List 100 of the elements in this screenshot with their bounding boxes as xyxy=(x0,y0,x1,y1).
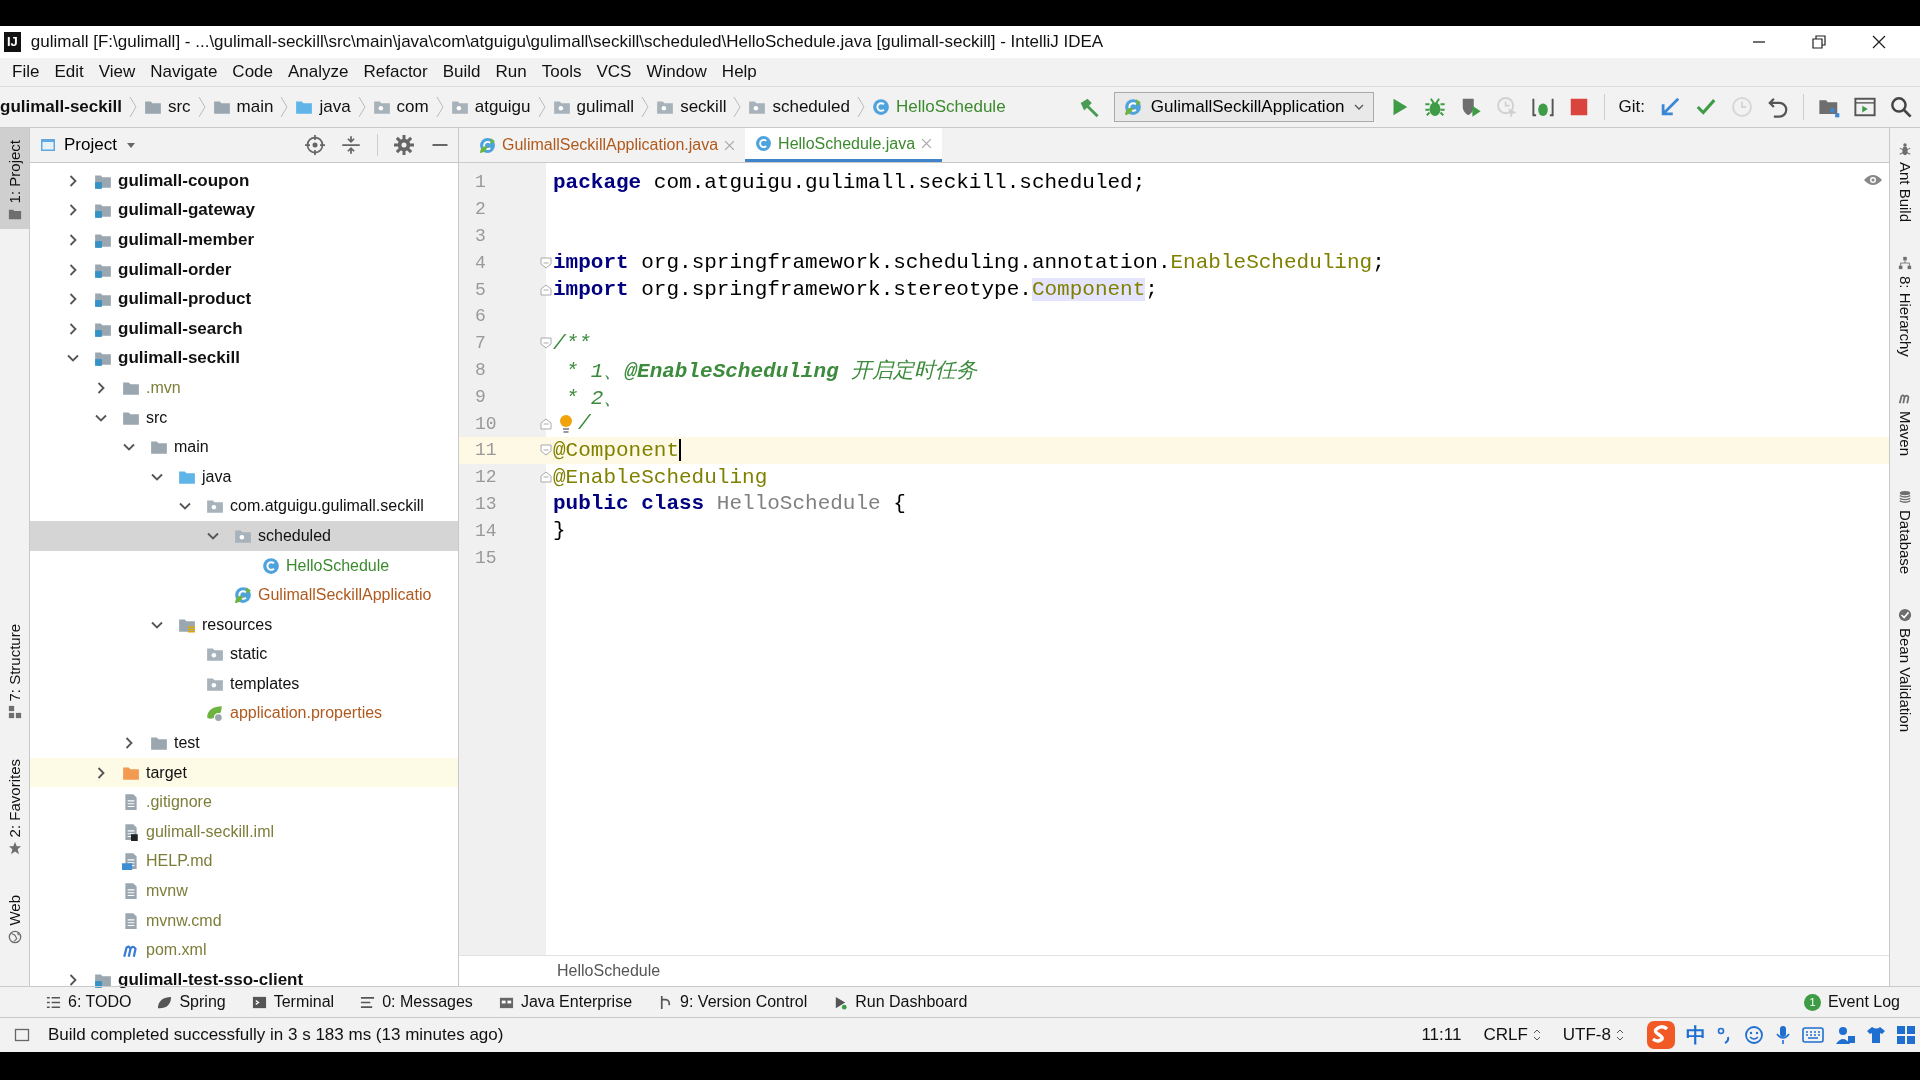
tree-item[interactable]: pom.xml xyxy=(146,941,207,960)
breadcrumb-item[interactable]: gulimall-seckill xyxy=(0,97,122,117)
tool-window-button[interactable]: 6: TODO xyxy=(46,993,132,1011)
menu-item[interactable]: File xyxy=(6,62,49,82)
bug-icon[interactable] xyxy=(1423,96,1446,118)
menu-item[interactable]: Tools xyxy=(535,62,591,82)
tool-window-button[interactable]: Java Enterprise xyxy=(498,993,633,1011)
search-icon[interactable] xyxy=(1890,96,1912,118)
target-icon[interactable] xyxy=(305,135,325,155)
menu-item[interactable]: Build xyxy=(436,62,490,82)
bug-icon[interactable] xyxy=(1531,96,1554,118)
tree-item[interactable]: gulimall-order xyxy=(118,259,232,280)
breadcrumb-item[interactable]: com xyxy=(372,97,429,117)
tree-item[interactable]: gulimall-test-sso-client xyxy=(118,969,304,990)
menu-item[interactable]: Edit xyxy=(48,62,93,82)
tree-item[interactable]: gulimall-seckill xyxy=(118,348,240,369)
breadcrumb-item[interactable]: HelloSchedule xyxy=(871,97,1006,117)
tree-item[interactable]: gulimall-gateway xyxy=(118,200,255,221)
class-icon xyxy=(262,556,280,575)
tree-item[interactable]: test xyxy=(174,734,200,753)
tool-window-tab[interactable]: 1: Project xyxy=(0,128,29,230)
tool-window-tab[interactable]: 7: Structure xyxy=(0,611,29,728)
tool-window-button[interactable]: Terminal xyxy=(251,993,335,1011)
editor-tab[interactable]: HelloSchedule.java xyxy=(745,128,943,162)
window-icon[interactable] xyxy=(1854,96,1876,118)
class-icon xyxy=(755,135,773,152)
tree-item[interactable]: main xyxy=(174,438,209,457)
tree-item[interactable]: target xyxy=(146,763,187,782)
tree-item[interactable]: HelloSchedule xyxy=(286,556,390,575)
menu-item[interactable]: Analyze xyxy=(282,62,358,82)
tree-item[interactable]: mvnw xyxy=(146,882,188,901)
tool-window-button[interactable]: 0: Messages xyxy=(360,993,473,1011)
grid-icon[interactable] xyxy=(1896,1025,1916,1045)
tree-item[interactable]: gulimall-product xyxy=(118,289,252,310)
breadcrumb-item[interactable]: atguigu xyxy=(450,97,531,117)
tree-item[interactable]: templates xyxy=(230,674,300,693)
smiley-icon[interactable] xyxy=(1744,1025,1764,1045)
collapse-icon[interactable] xyxy=(341,135,361,155)
ime-mode[interactable]: 中 xyxy=(1686,1021,1706,1049)
tool-window-button[interactable]: Spring xyxy=(157,993,226,1011)
lightbulb-icon[interactable] xyxy=(558,413,574,434)
tool-window-tab[interactable]: Web xyxy=(0,883,29,952)
square-icon[interactable] xyxy=(14,1027,30,1043)
tree-item[interactable]: application.properties xyxy=(230,704,383,723)
restore-icon[interactable] xyxy=(1812,35,1826,49)
tree-item[interactable]: src xyxy=(146,408,168,427)
tree-item[interactable]: resources xyxy=(202,615,273,634)
tree-item[interactable]: gulimall-member xyxy=(118,230,255,250)
tree-item[interactable]: HELP.md xyxy=(146,852,213,871)
tool-window-tab[interactable]: 2: Favorites xyxy=(0,747,29,864)
tool-window-tab[interactable]: Database xyxy=(1890,489,1920,575)
tool-window-tab[interactable]: 8: Hierarchy xyxy=(1890,256,1920,357)
tree-item[interactable]: com.atguigu.gulimall.seckill xyxy=(230,497,424,516)
tree-item[interactable]: gulimall-search xyxy=(118,318,243,339)
encoding-selector[interactable]: UTF-8 xyxy=(1562,1025,1624,1045)
tree-item[interactable]: .gitignore xyxy=(146,793,212,812)
tool-window-button[interactable]: Run Dashboard xyxy=(833,993,968,1011)
menu-item[interactable]: Help xyxy=(715,62,766,82)
arrow-icon[interactable] xyxy=(1659,96,1681,118)
menu-item[interactable]: Run xyxy=(489,62,536,82)
breadcrumb-item[interactable]: src xyxy=(143,97,191,117)
tool-window-tab[interactable]: Maven xyxy=(1890,390,1920,456)
tree-item[interactable]: mvnw.cmd xyxy=(146,911,222,930)
tree-item[interactable]: gulimall-coupon xyxy=(118,170,250,191)
menu-item[interactable]: View xyxy=(92,62,145,82)
breadcrumb-item[interactable]: main xyxy=(212,97,274,117)
view-selector[interactable]: Project xyxy=(40,135,137,155)
caret-position[interactable]: 11:11 xyxy=(1421,1025,1462,1045)
line-separator-selector[interactable]: CRLF xyxy=(1483,1025,1541,1045)
editor-tab[interactable]: GulimallSeckillApplication.java xyxy=(469,128,746,162)
settings-icon[interactable] xyxy=(394,135,414,155)
menu-item[interactable]: Code xyxy=(226,62,282,82)
tree-item[interactable]: java xyxy=(202,467,232,486)
eye-icon[interactable] xyxy=(1863,173,1883,187)
tree-item[interactable]: scheduled xyxy=(258,526,331,545)
close-icon[interactable] xyxy=(1872,35,1886,49)
tool-window-tab[interactable]: Bean Validation xyxy=(1890,608,1920,733)
undo-icon[interactable] xyxy=(1767,96,1789,118)
tool-window-tab[interactable]: Ant Build xyxy=(1890,142,1920,223)
breadcrumb-item[interactable]: gulimall xyxy=(552,97,635,117)
tree-item[interactable]: static xyxy=(230,645,268,664)
person-icon[interactable] xyxy=(1834,1025,1856,1045)
menu-item[interactable]: Navigate xyxy=(144,62,227,82)
run-config-dropdown[interactable]: GulimallSeckillApplication xyxy=(1113,92,1374,122)
tool-window-button[interactable]: 9: Version Control xyxy=(658,993,808,1011)
breadcrumb-item[interactable]: java xyxy=(295,97,351,117)
editor-breadcrumb[interactable]: HelloSchedule xyxy=(557,962,661,980)
microphone-icon[interactable] xyxy=(1774,1025,1792,1045)
ime-logo-icon[interactable] xyxy=(1646,1020,1676,1050)
event-log-button[interactable]: 1 Event Log xyxy=(1803,993,1900,1011)
menu-item[interactable]: Refactor xyxy=(357,62,437,82)
breadcrumb-item[interactable]: seckill xyxy=(656,97,727,117)
tree-item[interactable]: .mvn xyxy=(146,378,181,397)
tree-item[interactable]: gulimall-seckill.iml xyxy=(146,822,274,841)
tree-item[interactable]: GulimallSeckillApplicatio xyxy=(258,586,432,605)
shirt-icon[interactable] xyxy=(1866,1025,1886,1045)
breadcrumb-item[interactable]: scheduled xyxy=(748,97,850,117)
menu-item[interactable]: Window xyxy=(640,62,716,82)
keyboard-icon[interactable] xyxy=(1802,1026,1824,1044)
menu-item[interactable]: VCS xyxy=(590,62,641,82)
